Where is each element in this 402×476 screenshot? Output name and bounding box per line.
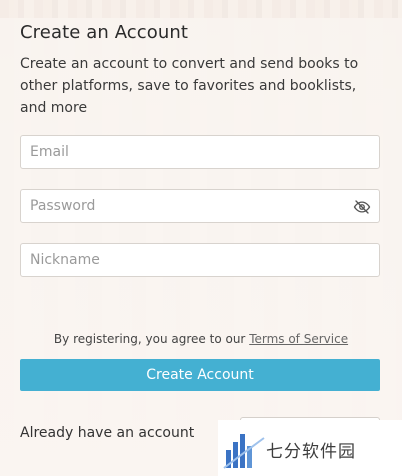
nickname-field[interactable] bbox=[20, 243, 380, 277]
email-input[interactable] bbox=[21, 136, 379, 168]
password-field[interactable] bbox=[20, 189, 380, 223]
password-input[interactable] bbox=[21, 190, 379, 222]
bar-chart-logo-icon bbox=[223, 434, 265, 469]
terms-of-service-link[interactable]: Terms of Service bbox=[249, 332, 348, 346]
terms-prefix: By registering, you agree to our bbox=[53, 332, 250, 346]
already-have-account-text: Already have an account bbox=[20, 425, 195, 441]
watermark-text: 七分软件园 bbox=[266, 442, 356, 462]
nickname-input[interactable] bbox=[21, 244, 379, 276]
create-account-panel: Create an Account Create an account to c… bbox=[0, 0, 402, 476]
watermark: 七分软件园 bbox=[218, 420, 402, 476]
eye-off-icon[interactable] bbox=[353, 198, 371, 216]
create-account-button[interactable]: Create Account bbox=[20, 359, 380, 391]
terms-notice: By registering, you agree to our Terms o… bbox=[0, 332, 402, 346]
page-subtitle: Create an account to convert and send bo… bbox=[20, 56, 359, 116]
email-field[interactable] bbox=[20, 135, 380, 169]
page-title: Create an Account bbox=[20, 22, 189, 43]
